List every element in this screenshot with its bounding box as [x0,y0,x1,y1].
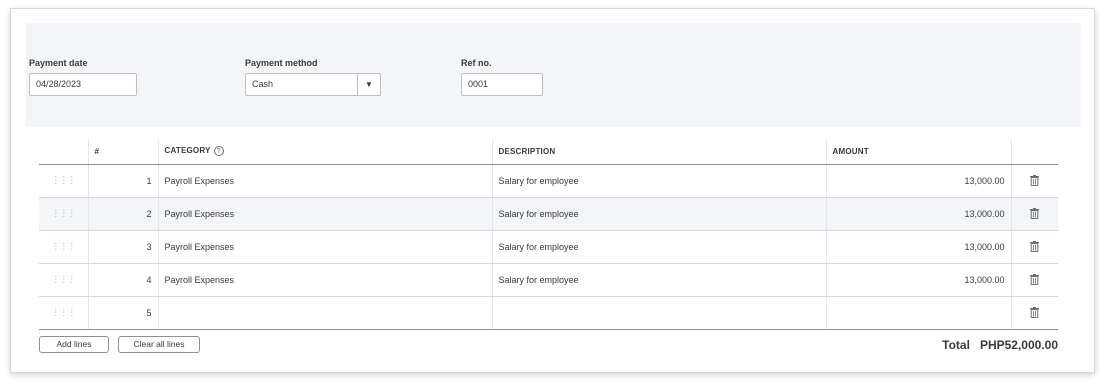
description-cell[interactable]: Salary for employee [491,197,826,231]
line-number: 5 [87,296,158,330]
table-row[interactable]: ⋮⋮⋮ 1 Payroll Expenses Salary for employ… [39,164,1058,198]
description-cell[interactable]: Salary for employee [491,164,826,198]
line-number: 4 [87,263,158,297]
table-row[interactable]: ⋮⋮⋮ 5 [39,296,1058,330]
category-cell[interactable] [157,296,492,330]
delete-line-button[interactable] [1010,263,1058,297]
help-icon[interactable]: ? [213,146,224,157]
trash-icon [1030,241,1040,253]
amount-cell[interactable] [825,296,1011,330]
delete-line-button[interactable] [1010,197,1058,231]
amount-column-header: AMOUNT [825,139,1011,165]
trash-icon [1030,307,1040,319]
delete-line-button[interactable] [1010,230,1058,264]
drag-handle-icon[interactable]: ⋮⋮⋮ [39,230,88,264]
caret-down-icon[interactable]: ▼ [357,74,380,95]
category-cell[interactable]: Payroll Expenses [157,197,492,231]
drag-handle-icon[interactable]: ⋮⋮⋮ [39,197,88,231]
category-cell[interactable]: Payroll Expenses [157,164,492,198]
payment-date-field: Payment date 04/28/2023 [29,58,137,96]
amount-cell[interactable]: 13,000.00 [825,263,1011,297]
category-lines-table: # CATEGORY? DESCRIPTION AMOUNT ⋮⋮⋮ 1 Pay… [39,139,1058,330]
total-amount: Total PHP52,000.00 [942,338,1058,352]
category-header-label: CATEGORY [164,146,211,156]
line-number: 3 [87,230,158,264]
ref-no-label: Ref no. [461,58,492,68]
table-header-row: # CATEGORY? DESCRIPTION AMOUNT [39,139,1058,165]
payment-method-value: Cash [252,79,274,89]
delete-line-button[interactable] [1010,296,1058,330]
description-cell[interactable] [491,296,826,330]
trash-icon [1030,175,1040,187]
payment-date-input[interactable]: 04/28/2023 [29,73,137,96]
delete-line-button[interactable] [1010,164,1058,198]
payment-date-label: Payment date [29,58,88,68]
add-lines-button[interactable]: Add lines [39,336,109,353]
category-cell[interactable]: Payroll Expenses [157,263,492,297]
line-number: 2 [87,197,158,231]
payment-method-field: Payment method Cash ▼ [245,58,381,96]
table-row[interactable]: ⋮⋮⋮ 4 Payroll Expenses Salary for employ… [39,263,1058,297]
payment-method-label: Payment method [245,58,318,68]
description-column-header: DESCRIPTION [491,139,826,165]
total-label: Total [942,338,970,352]
ref-no-input[interactable]: 0001 [461,73,543,96]
trash-icon [1030,274,1040,286]
payment-header-panel [26,23,1081,127]
drag-column-header [39,139,88,165]
table-row[interactable]: ⋮⋮⋮ 2 Payroll Expenses Salary for employ… [39,197,1058,231]
line-number: 1 [87,164,158,198]
number-column-header: # [87,139,158,165]
drag-handle-icon[interactable]: ⋮⋮⋮ [39,296,88,330]
ref-no-field: Ref no. 0001 [461,58,543,96]
payment-method-select[interactable]: Cash ▼ [245,73,381,96]
total-value: PHP52,000.00 [979,338,1058,352]
amount-cell[interactable]: 13,000.00 [825,230,1011,264]
category-cell[interactable]: Payroll Expenses [157,230,492,264]
category-column-header: CATEGORY? [157,139,492,165]
amount-cell[interactable]: 13,000.00 [825,164,1011,198]
trash-icon [1030,208,1040,220]
clear-all-lines-button[interactable]: Clear all lines [118,336,200,353]
description-cell[interactable]: Salary for employee [491,263,826,297]
table-row[interactable]: ⋮⋮⋮ 3 Payroll Expenses Salary for employ… [39,230,1058,264]
drag-handle-icon[interactable]: ⋮⋮⋮ [39,164,88,198]
amount-cell[interactable]: 13,000.00 [825,197,1011,231]
payment-form: Payment date 04/28/2023 Payment method C… [10,8,1095,373]
actions-column-header [1010,139,1058,165]
drag-handle-icon[interactable]: ⋮⋮⋮ [39,263,88,297]
description-cell[interactable]: Salary for employee [491,230,826,264]
